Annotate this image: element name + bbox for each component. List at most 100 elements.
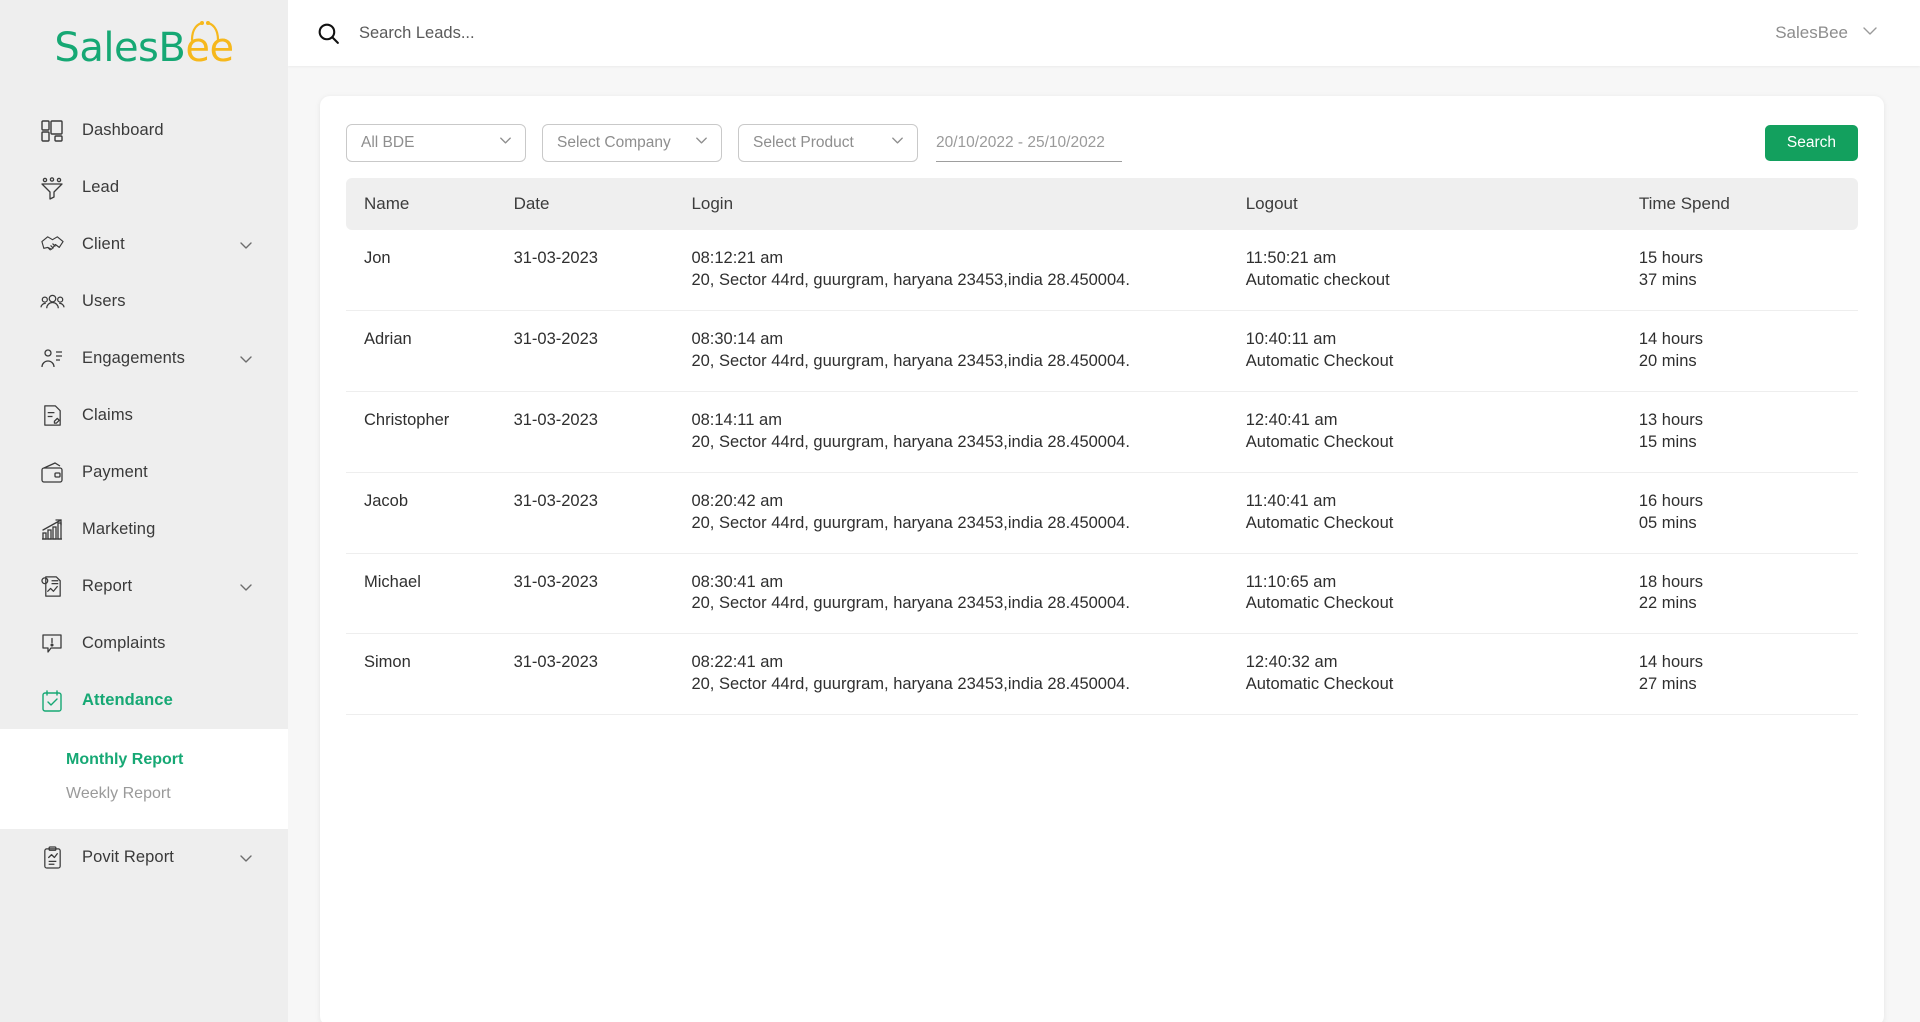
chevron-down-icon[interactable] [497, 132, 514, 154]
cell-login: 08:22:41 am 20, Sector 44rd, guurgram, h… [691, 634, 1245, 715]
date-range-picker[interactable]: 20/10/2022 - 25/10/2022 [936, 124, 1122, 162]
table-row[interactable]: Simon 31-03-2023 08:22:41 am 20, Sector … [346, 634, 1858, 715]
column-header-login[interactable]: Login [691, 178, 1245, 230]
cell-login: 08:20:42 am 20, Sector 44rd, guurgram, h… [691, 472, 1245, 553]
table-row[interactable]: Adrian 31-03-2023 08:30:14 am 20, Sector… [346, 310, 1858, 391]
cell-date: 31-03-2023 [514, 553, 692, 634]
funnel-icon [38, 174, 66, 202]
attendance-submenu: Monthly Report Weekly Report [0, 729, 288, 829]
column-header-name[interactable]: Name [346, 178, 514, 230]
sidebar-item-label: Users [82, 292, 126, 311]
sidebar-nav: Dashboard Lead [0, 96, 288, 886]
sidebar-item-engagements[interactable]: Engagements [0, 330, 288, 387]
chevron-down-icon[interactable] [238, 237, 254, 253]
login-time: 08:22:41 am [691, 652, 1245, 674]
column-header-date[interactable]: Date [514, 178, 692, 230]
sidebar-item-complaints[interactable]: Complaints [0, 615, 288, 672]
submenu-item-weekly-report[interactable]: Weekly Report [0, 777, 288, 811]
sidebar-item-label: Dashboard [82, 121, 164, 140]
sidebar-item-label: Claims [82, 406, 133, 425]
login-address: 20, Sector 44rd, guurgram, haryana 23453… [691, 270, 1245, 292]
chevron-down-icon[interactable] [1860, 21, 1880, 46]
search-input[interactable] [359, 24, 779, 43]
chevron-down-icon[interactable] [238, 579, 254, 595]
table-row[interactable]: Christopher 31-03-2023 08:14:11 am 20, S… [346, 391, 1858, 472]
table-row[interactable]: Jon 31-03-2023 08:12:21 am 20, Sector 44… [346, 230, 1858, 310]
date-range-value: 20/10/2022 - 25/10/2022 [936, 134, 1105, 152]
user-menu[interactable]: SalesBee [1775, 21, 1880, 46]
login-address: 20, Sector 44rd, guurgram, haryana 23453… [691, 513, 1245, 535]
logo-text-b: B [158, 25, 185, 71]
search-button[interactable]: Search [1765, 125, 1858, 161]
time-hours: 14 hours [1639, 652, 1858, 674]
table-row[interactable]: Michael 31-03-2023 08:30:41 am 20, Secto… [346, 553, 1858, 634]
wallet-icon [38, 459, 66, 487]
time-mins: 15 mins [1639, 432, 1858, 454]
sidebar-item-claims[interactable]: Claims [0, 387, 288, 444]
sidebar-item-povit-report[interactable]: Povit Report [0, 829, 288, 886]
sidebar-item-users[interactable]: Users [0, 273, 288, 330]
sidebar-item-attendance[interactable]: Attendance [0, 672, 288, 729]
cell-time-spend: 13 hours 15 mins [1639, 391, 1858, 472]
bde-select[interactable]: All BDE [346, 124, 526, 162]
cell-time-spend: 14 hours 20 mins [1639, 310, 1858, 391]
chevron-down-icon[interactable] [238, 351, 254, 367]
cell-time-spend: 15 hours 37 mins [1639, 230, 1858, 310]
product-select[interactable]: Select Product [738, 124, 918, 162]
cell-logout: 12:40:41 am Automatic Checkout [1246, 391, 1639, 472]
cell-name: Jon [346, 230, 514, 310]
cell-logout: 11:40:41 am Automatic Checkout [1246, 472, 1639, 553]
time-mins: 05 mins [1639, 513, 1858, 535]
time-hours: 15 hours [1639, 248, 1858, 270]
user-name-label: SalesBee [1775, 23, 1848, 43]
sidebar-item-marketing[interactable]: Marketing [0, 501, 288, 558]
report-icon [38, 573, 66, 601]
time-mins: 27 mins [1639, 674, 1858, 696]
sidebar-item-dashboard[interactable]: Dashboard [0, 102, 288, 159]
login-address: 20, Sector 44rd, guurgram, haryana 23453… [691, 674, 1245, 696]
claims-icon [38, 402, 66, 430]
chevron-down-icon[interactable] [889, 132, 906, 154]
sidebar-item-report[interactable]: Report [0, 558, 288, 615]
cell-name: Christopher [346, 391, 514, 472]
main-area: SalesBee All BDE Select Company [288, 0, 1920, 1022]
cell-date: 31-03-2023 [514, 310, 692, 391]
cell-date: 31-03-2023 [514, 472, 692, 553]
cell-date: 31-03-2023 [514, 391, 692, 472]
column-header-logout[interactable]: Logout [1246, 178, 1639, 230]
table-row[interactable]: Jacob 31-03-2023 08:20:42 am 20, Sector … [346, 472, 1858, 553]
column-header-time-spend[interactable]: Time Spend [1639, 178, 1858, 230]
chevron-down-icon[interactable] [693, 132, 710, 154]
chevron-down-icon[interactable] [238, 850, 254, 866]
top-bar: SalesBee [288, 0, 1920, 66]
cell-date: 31-03-2023 [514, 634, 692, 715]
sidebar-item-label: Report [82, 577, 132, 596]
cell-date: 31-03-2023 [514, 230, 692, 310]
login-time: 08:30:41 am [691, 572, 1245, 594]
cell-name: Simon [346, 634, 514, 715]
time-hours: 16 hours [1639, 491, 1858, 513]
submenu-item-monthly-report[interactable]: Monthly Report [0, 743, 288, 777]
table-header-row: Name Date Login Logout Time Spend [346, 178, 1858, 230]
global-search[interactable] [316, 21, 1775, 46]
sidebar-item-payment[interactable]: Payment [0, 444, 288, 501]
logo-text-sales: Sales [54, 25, 158, 71]
logout-note: Automatic Checkout [1246, 513, 1639, 535]
company-select-value: Select Company [557, 134, 671, 152]
logout-note: Automatic Checkout [1246, 432, 1639, 454]
login-address: 20, Sector 44rd, guurgram, haryana 23453… [691, 593, 1245, 615]
sidebar-item-client[interactable]: Client [0, 216, 288, 273]
cell-logout: 12:40:32 am Automatic Checkout [1246, 634, 1639, 715]
time-hours: 14 hours [1639, 329, 1858, 351]
filter-bar: All BDE Select Company Select Product [346, 120, 1858, 178]
logout-note: Automatic checkout [1246, 270, 1639, 292]
company-select[interactable]: Select Company [542, 124, 722, 162]
engagement-icon [38, 345, 66, 373]
sidebar-item-lead[interactable]: Lead [0, 159, 288, 216]
logout-time: 11:50:21 am [1246, 248, 1639, 270]
logout-time: 10:40:11 am [1246, 329, 1639, 351]
login-time: 08:12:21 am [691, 248, 1245, 270]
sidebar-item-label: Complaints [82, 634, 166, 653]
app-logo[interactable]: SalesBee [0, 0, 288, 96]
complaint-icon [38, 630, 66, 658]
